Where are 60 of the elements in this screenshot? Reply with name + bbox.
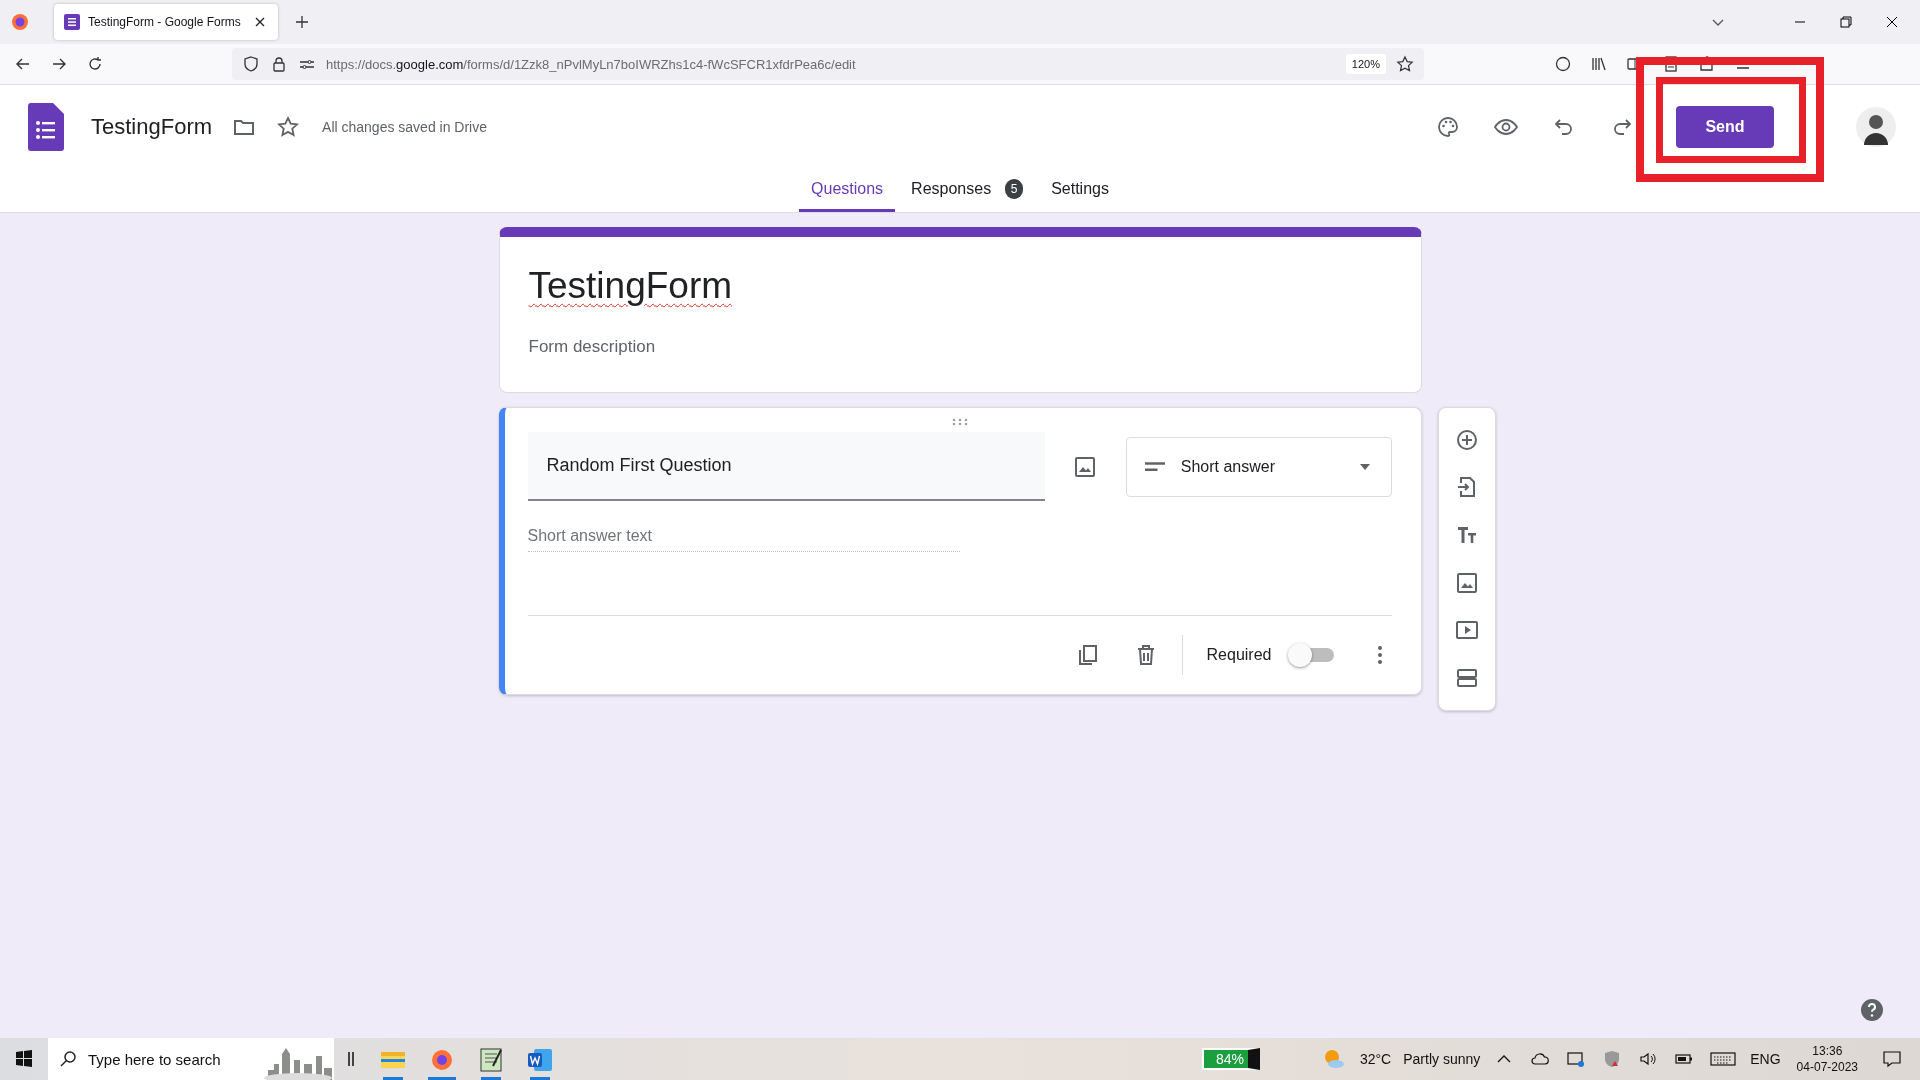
browser-logo-icon[interactable] [10,12,30,32]
question-type-dropdown[interactable]: Short answer [1125,436,1392,497]
windows-start-icon[interactable] [14,1049,34,1069]
save-status: All changes saved in Drive [322,119,488,135]
extensions-icon[interactable] [1698,55,1716,73]
required-toggle[interactable] [1287,645,1334,665]
send-button[interactable]: Send [1676,106,1774,148]
form-tab[interactable]: Questions [799,169,896,212]
temperature: 32°C [1359,1051,1392,1067]
add-circle-icon[interactable] [1454,427,1479,452]
tab-label: Responses [911,180,992,198]
reload-icon[interactable] [86,55,104,73]
form-tab[interactable]: Settings [1039,169,1121,212]
tab-label: Settings [1051,180,1109,198]
taskbar-search-field[interactable]: Type here to search [48,1038,334,1080]
short-answer-field: Short answer text [527,527,960,552]
dropdown-arrow-icon [1358,462,1371,471]
reader-icon[interactable] [1662,55,1680,73]
search-icon [58,1049,78,1069]
responses-count-badge: 5 [1005,179,1024,199]
required-label: Required [1206,646,1272,664]
form-title[interactable]: TestingForm [528,265,1392,307]
form-tab[interactable]: Responses 5 [899,169,1036,212]
task-view-icon[interactable] [346,1049,356,1069]
close-icon[interactable] [1884,14,1900,30]
battery-indicator: 84% [1201,1048,1260,1070]
tab-label: Questions [811,180,884,198]
short-text-icon [1144,462,1165,471]
monitor-icon[interactable] [1566,1049,1587,1069]
address-bar[interactable]: https://docs.google.com/forms/d/1Zzk8_nPvlMyLn7boIWRZhs1c4-fWcSFCR1xfdrPea6c/edit 120% [232,48,1424,80]
avatar-icon[interactable] [1856,107,1896,147]
account-icon[interactable] [1554,55,1572,73]
star-icon[interactable] [276,115,301,139]
image-icon[interactable] [1454,570,1479,595]
drag-handle-icon[interactable] [950,418,969,426]
forms-logo-icon[interactable] [28,103,64,151]
weather-text: Partly sunny [1403,1051,1481,1067]
keyboard-icon[interactable] [1710,1049,1737,1069]
form-name[interactable]: TestingForm [91,114,213,140]
shield-icon [242,55,260,73]
form-description-field[interactable]: Form description [528,337,1392,357]
help-icon[interactable] [1860,998,1884,1022]
forms-favicon-icon [64,14,80,30]
tab-title: TestingForm - Google Forms [88,15,242,29]
image-icon[interactable] [1072,454,1097,479]
question-title-field[interactable]: Random First Question [527,432,1045,501]
url-text: https://docs.google.com/forms/d/1Zzk8_nPvlMyLn7boIWRZhs1c4-fWcSFCR1xfdrPea6c/edit [326,56,856,72]
browser-tab[interactable]: TestingForm - Google Forms [54,4,278,40]
city-skyline-icon [264,1046,334,1080]
library-icon[interactable] [1590,55,1608,73]
palette-icon[interactable] [1436,115,1460,139]
clock-time[interactable]: 13:36 [1812,1044,1843,1058]
new-tab-icon[interactable] [294,14,310,30]
lock-icon [270,55,288,73]
zoom-level[interactable]: 120% [1345,54,1386,74]
star-icon[interactable] [1396,55,1414,73]
notifications-icon[interactable] [1882,1049,1902,1069]
input-language[interactable]: ENG [1750,1051,1781,1067]
clock-date[interactable]: 04-07-2023 [1796,1060,1858,1074]
restore-icon[interactable] [1838,14,1854,30]
